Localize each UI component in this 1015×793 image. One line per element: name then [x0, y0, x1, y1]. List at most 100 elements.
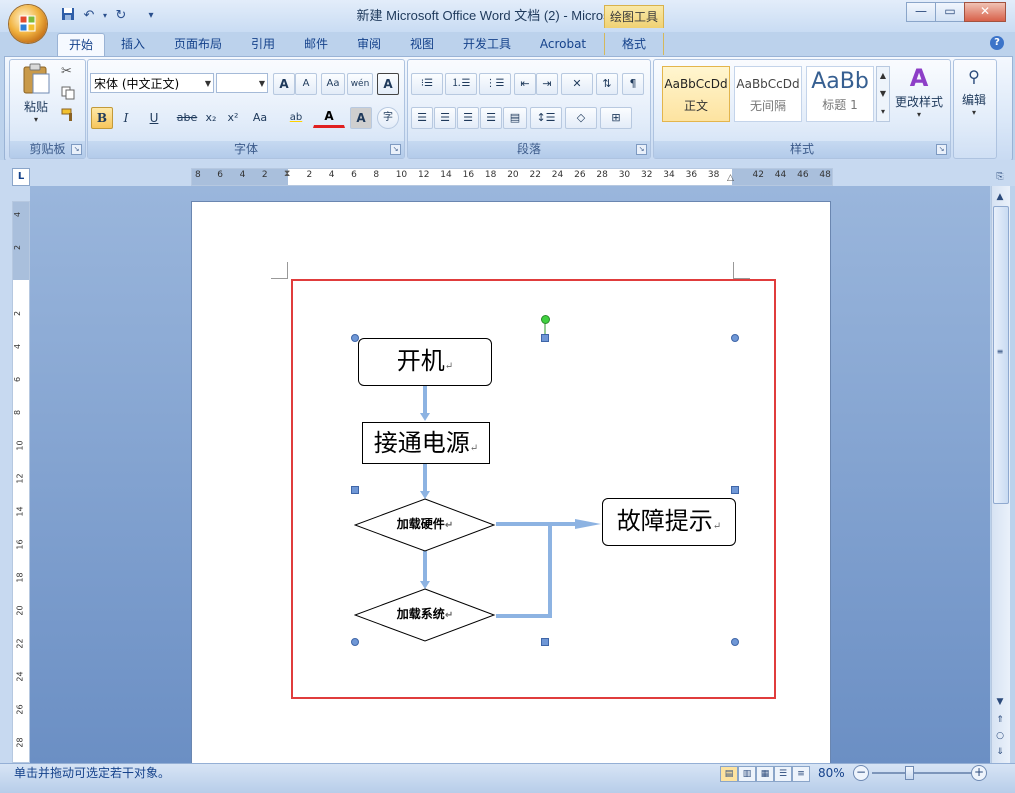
- close-button[interactable]: ✕: [964, 2, 1006, 22]
- change-case-button[interactable]: Aa: [246, 107, 274, 129]
- underline-button[interactable]: U: [139, 107, 169, 129]
- web-layout-icon[interactable]: ▦: [756, 766, 774, 782]
- resize-handle[interactable]: [351, 486, 359, 494]
- tab-home[interactable]: 开始: [57, 33, 105, 56]
- help-icon[interactable]: ?: [990, 36, 1004, 50]
- flow-power-box[interactable]: 接通电源↵: [362, 422, 490, 464]
- horizontal-ruler[interactable]: 8 6 4 2 2 4 6 8 10 12 14 16 18 20 22 24 26 28 30 32 34 36 38 42…: [191, 168, 833, 186]
- next-page-icon[interactable]: ⇓: [993, 745, 1007, 759]
- tab-view[interactable]: 视图: [402, 33, 442, 55]
- resize-handle[interactable]: [351, 334, 359, 342]
- redo-icon[interactable]: ↻: [112, 7, 130, 25]
- chinese-layout-icon[interactable]: ✕: [561, 73, 593, 95]
- align-left-icon[interactable]: ☰: [411, 107, 433, 129]
- show-marks-icon[interactable]: ¶: [622, 73, 644, 95]
- resize-handle[interactable]: [541, 638, 549, 646]
- superscript-button[interactable]: x²: [222, 107, 244, 129]
- ruler-toggle-icon[interactable]: ⎘: [993, 170, 1007, 184]
- font-name-combo[interactable]: 宋体 (中文正文) ▼: [90, 73, 214, 93]
- previous-page-icon[interactable]: ⇑: [993, 713, 1007, 727]
- restore-button[interactable]: ▭: [935, 2, 965, 22]
- align-right-icon[interactable]: ☰: [457, 107, 479, 129]
- outline-view-icon[interactable]: ☰: [774, 766, 792, 782]
- resize-handle[interactable]: [731, 486, 739, 494]
- justify-icon[interactable]: ☰: [480, 107, 502, 129]
- right-indent-marker-icon[interactable]: △: [727, 173, 734, 183]
- strikethrough-button[interactable]: abe: [173, 107, 201, 129]
- styles-launcher-icon[interactable]: ↘: [936, 144, 947, 155]
- tab-selector[interactable]: L: [12, 168, 30, 186]
- flow-fault-box[interactable]: 故障提示↵: [602, 498, 736, 546]
- subscript-button[interactable]: x₂: [200, 107, 222, 129]
- paste-button[interactable]: 粘贴 ▾: [18, 63, 54, 127]
- decrease-indent-icon[interactable]: ⇤: [514, 73, 536, 95]
- change-styles-button[interactable]: A 更改样式 ▾: [893, 63, 945, 125]
- paragraph-launcher-icon[interactable]: ↘: [636, 144, 647, 155]
- vertical-ruler[interactable]: 4 2 2 4 6 8 10 12 14 16 18 20 22 24 26 28: [12, 201, 30, 763]
- browse-object-icon[interactable]: ○: [993, 729, 1007, 743]
- scroll-up-icon[interactable]: ▲: [993, 190, 1007, 204]
- resize-handle[interactable]: [351, 638, 359, 646]
- line-spacing-icon[interactable]: ↕☰: [530, 107, 562, 129]
- numbering-icon[interactable]: ⒈☰: [445, 73, 477, 95]
- clipboard-launcher-icon[interactable]: ↘: [71, 144, 82, 155]
- rotate-handle[interactable]: [541, 315, 550, 324]
- tab-developer[interactable]: 开发工具: [455, 33, 519, 55]
- grow-font-button[interactable]: A: [273, 73, 295, 95]
- sort-icon[interactable]: ⇅: [596, 73, 618, 95]
- font-size-combo[interactable]: ▼: [216, 73, 268, 93]
- bullets-icon[interactable]: ⁝☰: [411, 73, 443, 95]
- style-heading-1[interactable]: AaBb 标题 1: [806, 66, 874, 122]
- flow-start-box[interactable]: 开机↵: [358, 338, 492, 386]
- editing-button[interactable]: ⚲ 编辑 ▾: [957, 63, 991, 129]
- style-no-spacing[interactable]: AaBbCcDd 无间隔: [734, 66, 802, 122]
- first-line-indent-marker-icon[interactable]: ⧗: [284, 169, 290, 179]
- borders-icon[interactable]: ⊞: [600, 107, 632, 129]
- office-logo-icon: [19, 15, 36, 32]
- style-normal[interactable]: AaBbCcDd 正文: [662, 66, 730, 122]
- enclose-characters-button[interactable]: 字: [377, 107, 399, 129]
- tab-references[interactable]: 引用: [243, 33, 283, 55]
- multilevel-list-icon[interactable]: ⋮☰: [479, 73, 511, 95]
- increase-indent-icon[interactable]: ⇥: [536, 73, 558, 95]
- shading-icon[interactable]: ◇: [565, 107, 597, 129]
- zoom-slider-thumb[interactable]: [905, 766, 914, 780]
- office-button[interactable]: [9, 5, 47, 43]
- full-screen-reading-icon[interactable]: ▥: [738, 766, 756, 782]
- print-layout-icon[interactable]: ▤: [720, 766, 738, 782]
- italic-button[interactable]: I: [115, 107, 137, 129]
- character-border-button[interactable]: A: [377, 73, 399, 95]
- zoom-level[interactable]: 80%: [818, 766, 845, 780]
- save-icon[interactable]: [59, 7, 77, 25]
- draft-view-icon[interactable]: ≡: [792, 766, 810, 782]
- tab-mailings[interactable]: 邮件: [296, 33, 336, 55]
- minimize-button[interactable]: —: [906, 2, 936, 22]
- tab-format[interactable]: 格式: [604, 33, 664, 55]
- customize-qat-button[interactable]: ▾: [142, 7, 160, 25]
- resize-handle[interactable]: [731, 638, 739, 646]
- bold-button[interactable]: B: [91, 107, 113, 129]
- highlight-button[interactable]: ab: [279, 107, 313, 129]
- resize-handle[interactable]: [541, 334, 549, 342]
- clear-formatting-button[interactable]: Aa: [321, 73, 345, 95]
- resize-handle[interactable]: [731, 334, 739, 342]
- copy-icon[interactable]: [61, 86, 77, 102]
- distributed-icon[interactable]: ▤: [503, 107, 527, 129]
- zoom-slider-track[interactable]: [872, 772, 972, 774]
- phonetic-guide-button[interactable]: wén: [347, 73, 373, 95]
- tab-insert[interactable]: 插入: [113, 33, 153, 55]
- styles-scroll[interactable]: ▲ ▼ ▾: [876, 66, 890, 122]
- cut-icon[interactable]: ✂: [61, 64, 77, 80]
- font-launcher-icon[interactable]: ↘: [390, 144, 401, 155]
- shrink-font-button[interactable]: A: [295, 73, 317, 95]
- character-shading-button[interactable]: A: [350, 107, 372, 129]
- format-painter-icon[interactable]: [61, 108, 77, 124]
- zoom-out-button[interactable]: −: [853, 765, 869, 781]
- tab-review[interactable]: 审阅: [349, 33, 389, 55]
- font-color-button[interactable]: A: [313, 107, 345, 128]
- zoom-in-button[interactable]: +: [971, 765, 987, 781]
- align-center-icon[interactable]: ☰: [434, 107, 456, 129]
- tab-acrobat[interactable]: Acrobat: [532, 33, 594, 55]
- scroll-down-icon[interactable]: ▼: [993, 695, 1007, 709]
- tab-page-layout[interactable]: 页面布局: [166, 33, 230, 55]
